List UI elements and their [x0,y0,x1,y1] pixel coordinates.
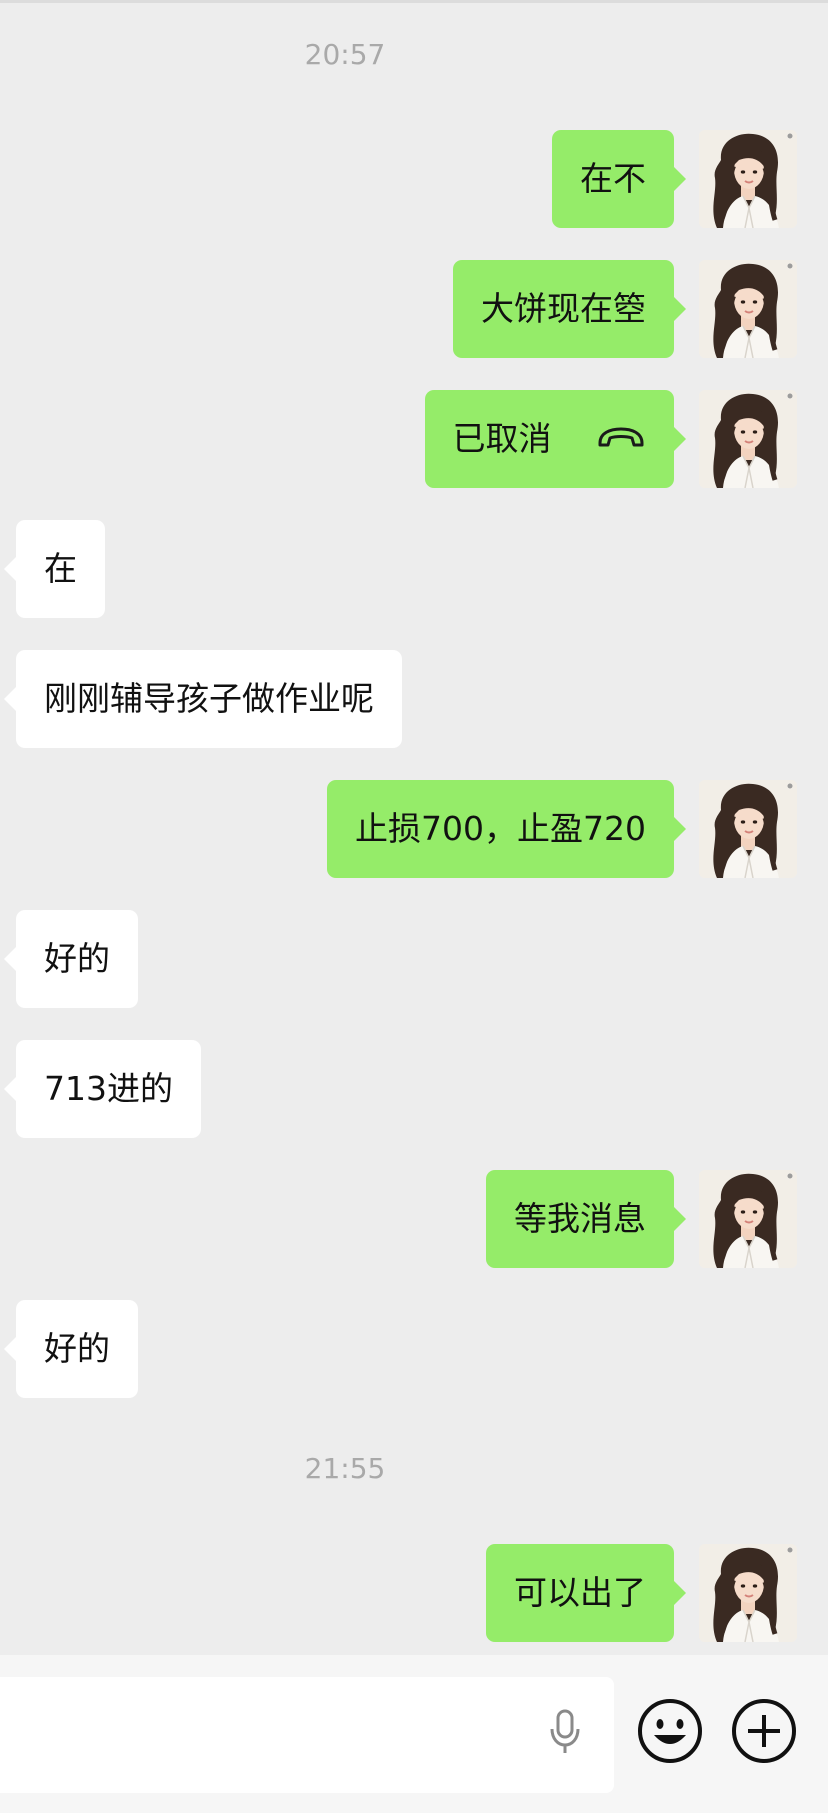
message-text: 可以出了 [514,1573,646,1612]
message-input[interactable] [0,1677,614,1793]
message-text: 713进的 [44,1069,173,1108]
message-bubble-incoming[interactable]: 好的 [4,910,138,1008]
message-text: 好的 [44,1329,110,1368]
avatar[interactable] [699,130,797,228]
message-text: 在不 [580,159,646,198]
avatar[interactable] [699,260,797,358]
message-bubble-outgoing[interactable]: 在不 [552,130,686,228]
message-text: 大饼现在箜 [481,289,646,328]
avatar[interactable] [699,390,797,488]
message-bubble-outgoing[interactable]: 大饼现在箜 [453,260,686,358]
timestamp: 21:55 [304,1452,386,1485]
timestamp: 20:57 [304,38,386,71]
avatar[interactable] [699,780,797,878]
call-record-bubble[interactable]: 已取消 [424,389,686,488]
message-bubble-incoming[interactable]: 713进的 [4,1040,201,1138]
input-bar [0,1655,828,1813]
avatar[interactable] [699,1170,797,1268]
microphone-icon[interactable] [548,1709,582,1759]
message-text: 刚刚辅导孩子做作业呢 [44,679,374,718]
message-bubble-incoming[interactable]: 在 [4,520,105,618]
message-text: 好的 [44,939,110,978]
hangup-phone-icon [596,389,646,487]
avatar[interactable] [699,1544,797,1642]
message-text: 在 [44,549,77,588]
message-bubble-outgoing[interactable]: 等我消息 [486,1170,686,1268]
emoji-icon[interactable] [636,1697,704,1769]
message-bubble-outgoing[interactable]: 止损700，止盈720 [327,780,686,878]
message-text: 止损700，止盈720 [355,809,646,848]
message-list[interactable]: 20:57 在不 大饼现在箜 已取消 在 刚刚辅导孩子做作业呢 止损700，止盈… [0,0,828,1655]
message-text: 已取消 [452,419,552,458]
plus-icon[interactable] [730,1697,798,1769]
message-bubble-outgoing[interactable]: 可以出了 [486,1544,686,1642]
message-text: 等我消息 [514,1199,646,1238]
message-bubble-incoming[interactable]: 刚刚辅导孩子做作业呢 [4,650,402,748]
message-bubble-incoming[interactable]: 好的 [4,1300,138,1398]
